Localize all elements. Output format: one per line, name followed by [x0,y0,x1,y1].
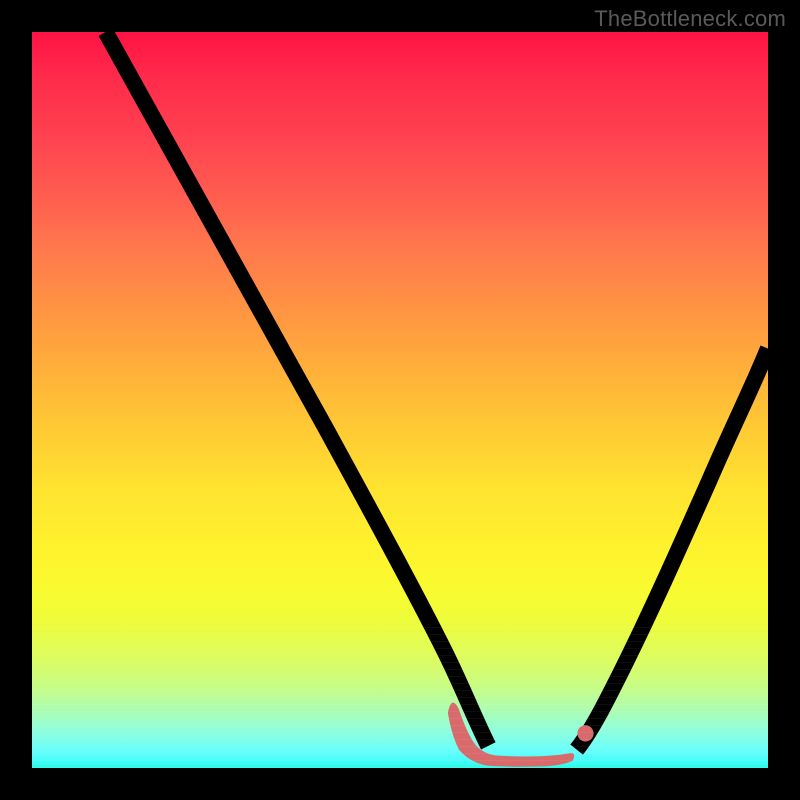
curve-layer [32,32,768,768]
plot-area [32,32,768,768]
curve-right-branch [577,348,768,749]
accent-dot [577,725,593,741]
chart-frame: TheBottleneck.com [0,0,800,800]
curve-left-branch [106,32,489,746]
watermark-label: TheBottleneck.com [594,6,786,32]
